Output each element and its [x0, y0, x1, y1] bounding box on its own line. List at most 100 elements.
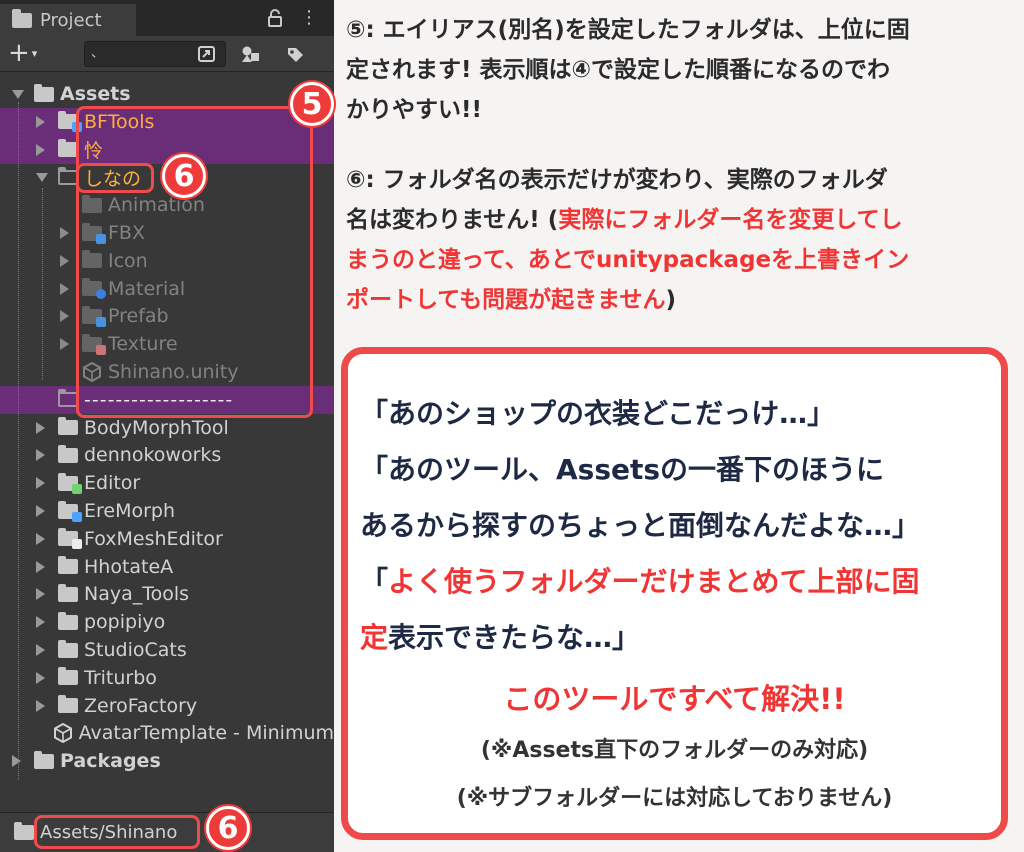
folder-icon	[58, 639, 78, 658]
more-options-icon[interactable]: ⋮	[300, 8, 318, 28]
shapes-filter-icon[interactable]	[238, 40, 264, 68]
tree-row-label: popipiyo	[84, 611, 166, 634]
expand-arrow-icon[interactable]	[60, 254, 69, 267]
tree-row[interactable]: Naya_Tools	[0, 580, 334, 608]
footnote-1: (※Assets直下のフォルダーのみ対応)	[480, 738, 869, 763]
panel-tab-bar: Project ⋮	[0, 0, 334, 36]
path-highlight-box	[34, 815, 200, 849]
expand-arrow-icon[interactable]	[60, 310, 69, 323]
folder-icon	[58, 556, 78, 575]
folder-badge-icon	[72, 483, 82, 494]
tag-icon[interactable]	[282, 40, 308, 68]
note-6-line-2-black: 名は変わりません! (	[346, 207, 559, 233]
tree-row[interactable]: Assets	[0, 80, 334, 108]
folder-icon	[12, 8, 32, 28]
folder-icon	[58, 583, 78, 602]
expand-arrow-icon[interactable]	[12, 755, 21, 768]
tree-row[interactable]: StudioCats	[0, 636, 334, 664]
empty-folder-icon	[58, 166, 78, 185]
tree-row[interactable]: popipiyo	[0, 608, 334, 636]
expand-arrow-icon[interactable]	[36, 671, 45, 684]
solution-headline: このツールですべて解決!!	[503, 682, 846, 716]
expand-arrow-icon[interactable]	[36, 505, 45, 517]
expand-arrow-icon[interactable]	[36, 421, 45, 434]
folder-icon	[58, 111, 82, 133]
quote-4-red: よく使うフォルダーだけまとめて上部に固	[388, 565, 920, 598]
tree-guide-line	[18, 102, 19, 780]
expand-arrow-icon[interactable]	[36, 143, 45, 156]
footnote-2: (※サブフォルダーには対応しておりません)	[456, 786, 893, 811]
expand-arrow-icon[interactable]	[36, 644, 45, 656]
note-6-line-3: まうのと違って、あとでunitypackageを上書きイン	[346, 247, 910, 273]
expand-arrow-open-icon[interactable]	[12, 89, 24, 99]
folder-icon	[58, 695, 78, 714]
step-6-badge-footer: 6	[206, 806, 250, 850]
tree-row-label: StudioCats	[84, 639, 187, 661]
tree-row[interactable]: EreMorph	[0, 497, 334, 525]
project-tab-label: Project	[40, 9, 102, 31]
tree-row-label: Packages	[60, 750, 161, 773]
expand-arrow-icon[interactable]	[36, 532, 45, 545]
panel-toolbar: + ▾ 、	[0, 36, 334, 72]
tree-row[interactable]: dennokoworks	[0, 441, 334, 469]
lock-icon[interactable]	[268, 9, 282, 27]
folder-icon	[14, 822, 34, 840]
expand-arrow-icon[interactable]	[36, 477, 45, 490]
folder-badge-icon	[72, 539, 82, 550]
unity-scene-icon	[53, 723, 72, 744]
tree-row[interactable]: Packages	[0, 747, 334, 775]
tree-row-label: Naya_Tools	[84, 583, 190, 606]
expand-arrow-icon[interactable]	[36, 588, 45, 601]
tree-row-label: Editor	[84, 472, 141, 495]
search-by-type-icon[interactable]	[194, 40, 220, 68]
chevron-down-icon: ▾	[31, 46, 38, 60]
note-6-line-1: ⑥: フォルダ名の表示だけが変わり、実際のフォルダ	[346, 167, 888, 193]
note-5-line-1: ⑤: エイリアス(別名)を設定したフォルダは、上位に固	[346, 17, 910, 43]
add-button[interactable]: + ▾	[8, 38, 56, 68]
callout-box: 「あのショップの衣装どこだっけ…」 「あのツール、Assetsの一番下のほうに …	[341, 347, 1008, 840]
plus-icon: +	[8, 38, 30, 68]
tree-row[interactable]: Triturbo	[0, 664, 334, 692]
folder-icon	[58, 444, 78, 463]
expand-arrow-open-icon[interactable]	[36, 172, 48, 182]
folder-icon	[58, 500, 82, 522]
folder-icon	[34, 83, 54, 102]
step-6-badge: 6	[162, 154, 206, 198]
expand-arrow-icon[interactable]	[60, 227, 69, 239]
note-step-6: ⑥: フォルダ名の表示だけが変わり、実際のフォルダ 名は変わりません! (実際に…	[346, 160, 1018, 320]
tree-row[interactable]: ZeroFactory	[0, 692, 334, 720]
note-5-line-2: 定されます! 表示順は④で設定した順番になるのでわ	[346, 57, 890, 83]
project-tab[interactable]: Project	[0, 4, 136, 36]
tree-row-label: EreMorph	[84, 500, 176, 522]
note-6-line-4-red: ポートしても問題が起きません	[346, 287, 666, 313]
tree-row[interactable]: HhotateA	[0, 553, 334, 581]
tree-row-label: Assets	[60, 83, 131, 105]
tree-row[interactable]: FoxMeshEditor	[0, 525, 334, 553]
expand-arrow-icon[interactable]	[36, 449, 45, 462]
quote-4-open: 「	[360, 565, 389, 598]
alias-folders-highlight-box	[76, 106, 313, 418]
note-6-line-2: 名は変わりません! (実際にフォルダー名を変更してし	[346, 200, 1018, 240]
expand-arrow-icon[interactable]	[36, 699, 45, 712]
folder-icon	[34, 750, 54, 769]
folder-badge-icon	[72, 511, 82, 522]
expand-arrow-icon[interactable]	[60, 282, 69, 295]
tree-row[interactable]: AvatarTemplate - Minimum	[0, 719, 334, 747]
folder-icon	[58, 472, 82, 494]
tree-row-label: FoxMeshEditor	[84, 527, 223, 550]
note-6-line-4-black: )	[665, 287, 676, 313]
quote-3: あるから探すのちょっと面倒なんだよな…」	[360, 509, 921, 542]
expand-arrow-icon[interactable]	[36, 616, 45, 629]
empty-folder-icon	[58, 389, 78, 408]
note-5-line-3: かりやすい!!	[346, 97, 482, 123]
tree-row[interactable]: Editor	[0, 469, 334, 497]
note-6-line-2-red: 実際にフォルダー名を変更してし	[558, 207, 903, 233]
folder-icon	[58, 139, 78, 158]
tree-row-label: Triturbo	[84, 666, 157, 689]
quote-5-red: 定	[360, 621, 389, 654]
folder-icon	[58, 528, 82, 550]
expand-arrow-icon[interactable]	[36, 560, 45, 573]
expand-arrow-icon[interactable]	[36, 115, 45, 128]
expand-arrow-icon[interactable]	[60, 338, 69, 351]
quote-1: 「あのショップの衣装どこだっけ…」	[360, 397, 836, 430]
